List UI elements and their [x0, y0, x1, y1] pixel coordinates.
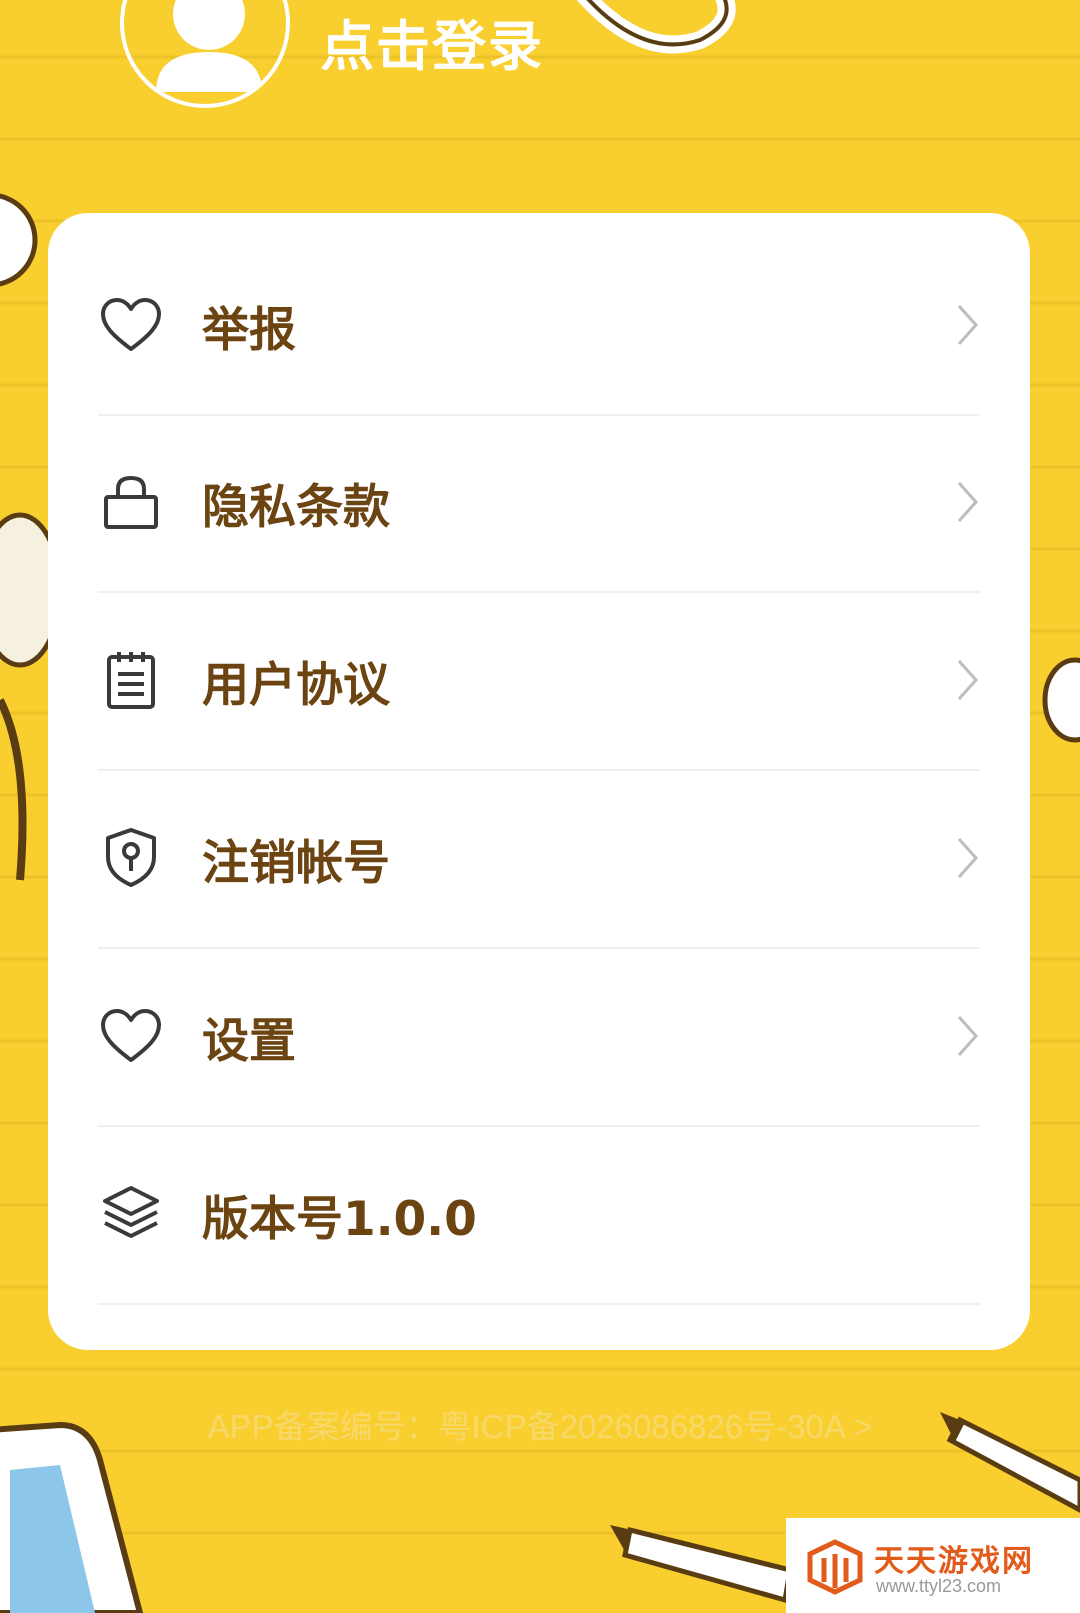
login-button[interactable]: 点击登录 — [320, 2, 544, 81]
menu-item-label: 用户协议 — [202, 657, 390, 713]
chevron-right-icon — [948, 833, 988, 883]
chevron-right-icon — [948, 300, 988, 350]
menu-item-label: 举报 — [202, 302, 296, 358]
lock-icon — [98, 469, 164, 535]
avatar[interactable] — [120, 0, 290, 108]
heart-icon — [98, 292, 164, 358]
menu-item-label: 设置 — [202, 1013, 296, 1069]
site-logo-icon — [807, 1539, 863, 1595]
watermark-title: 天天游戏网 — [874, 1544, 1034, 1579]
menu-item-settings[interactable]: 设置 — [98, 947, 980, 1127]
menu-item-privacy[interactable]: 隐私条款 — [98, 413, 980, 593]
menu-item-label: 注销帐号 — [202, 835, 390, 891]
heart-icon — [98, 1003, 164, 1069]
menu-item-report[interactable]: 举报 — [98, 236, 980, 416]
menu-item-delete-account[interactable]: 注销帐号 — [98, 769, 980, 949]
header: 点击登录 — [0, 0, 1080, 200]
menu-item-label: 隐私条款 — [202, 479, 390, 535]
shield-key-icon — [98, 825, 164, 891]
menu-item-version: 版本号1.0.0 — [98, 1125, 980, 1305]
menu-item-label: 版本号1.0.0 — [202, 1191, 477, 1247]
chevron-right-icon — [948, 477, 988, 527]
layers-icon — [98, 1181, 164, 1247]
user-icon — [156, 0, 262, 92]
watermark-url: www.ttyl23.com — [876, 1576, 1002, 1596]
watermark: 天天游戏网 www.ttyl23.com — [786, 1518, 1080, 1613]
icp-record-link[interactable]: APP备案编号：粤ICP备2026086826号-30A > — [0, 1400, 1080, 1448]
chevron-right-icon — [948, 655, 988, 705]
menu-card: 举报 隐私条款 用户协议 注销帐号 设置 版本号1.0.0 — [48, 213, 1030, 1350]
menu-item-user-agreement[interactable]: 用户协议 — [98, 591, 980, 771]
notepad-icon — [98, 647, 164, 713]
chevron-right-icon — [948, 1011, 988, 1061]
